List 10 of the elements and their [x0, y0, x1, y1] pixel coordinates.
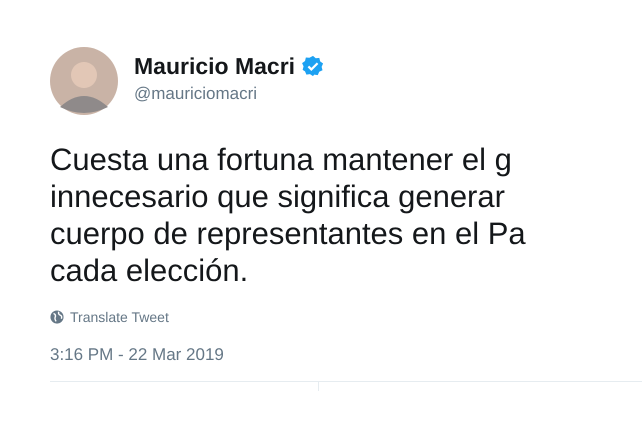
tweet-text-line: cuerpo de representantes en el Pa — [50, 215, 526, 252]
author-name[interactable]: Mauricio Macri — [134, 52, 296, 80]
author-handle[interactable]: @mauriciomacri — [134, 84, 324, 104]
globe-icon — [50, 310, 64, 324]
tweet-text-line: innecesario que significa generar — [50, 178, 505, 215]
avatar[interactable] — [50, 47, 118, 115]
tweet-text-line: Cuesta una fortuna mantener el g — [50, 141, 512, 178]
translate-link[interactable]: Translate Tweet — [50, 309, 169, 325]
tweet-text-line: cada elección. — [50, 252, 248, 289]
tweet-timestamp[interactable]: 3:16 PM - 22 Mar 2019 — [50, 345, 224, 365]
